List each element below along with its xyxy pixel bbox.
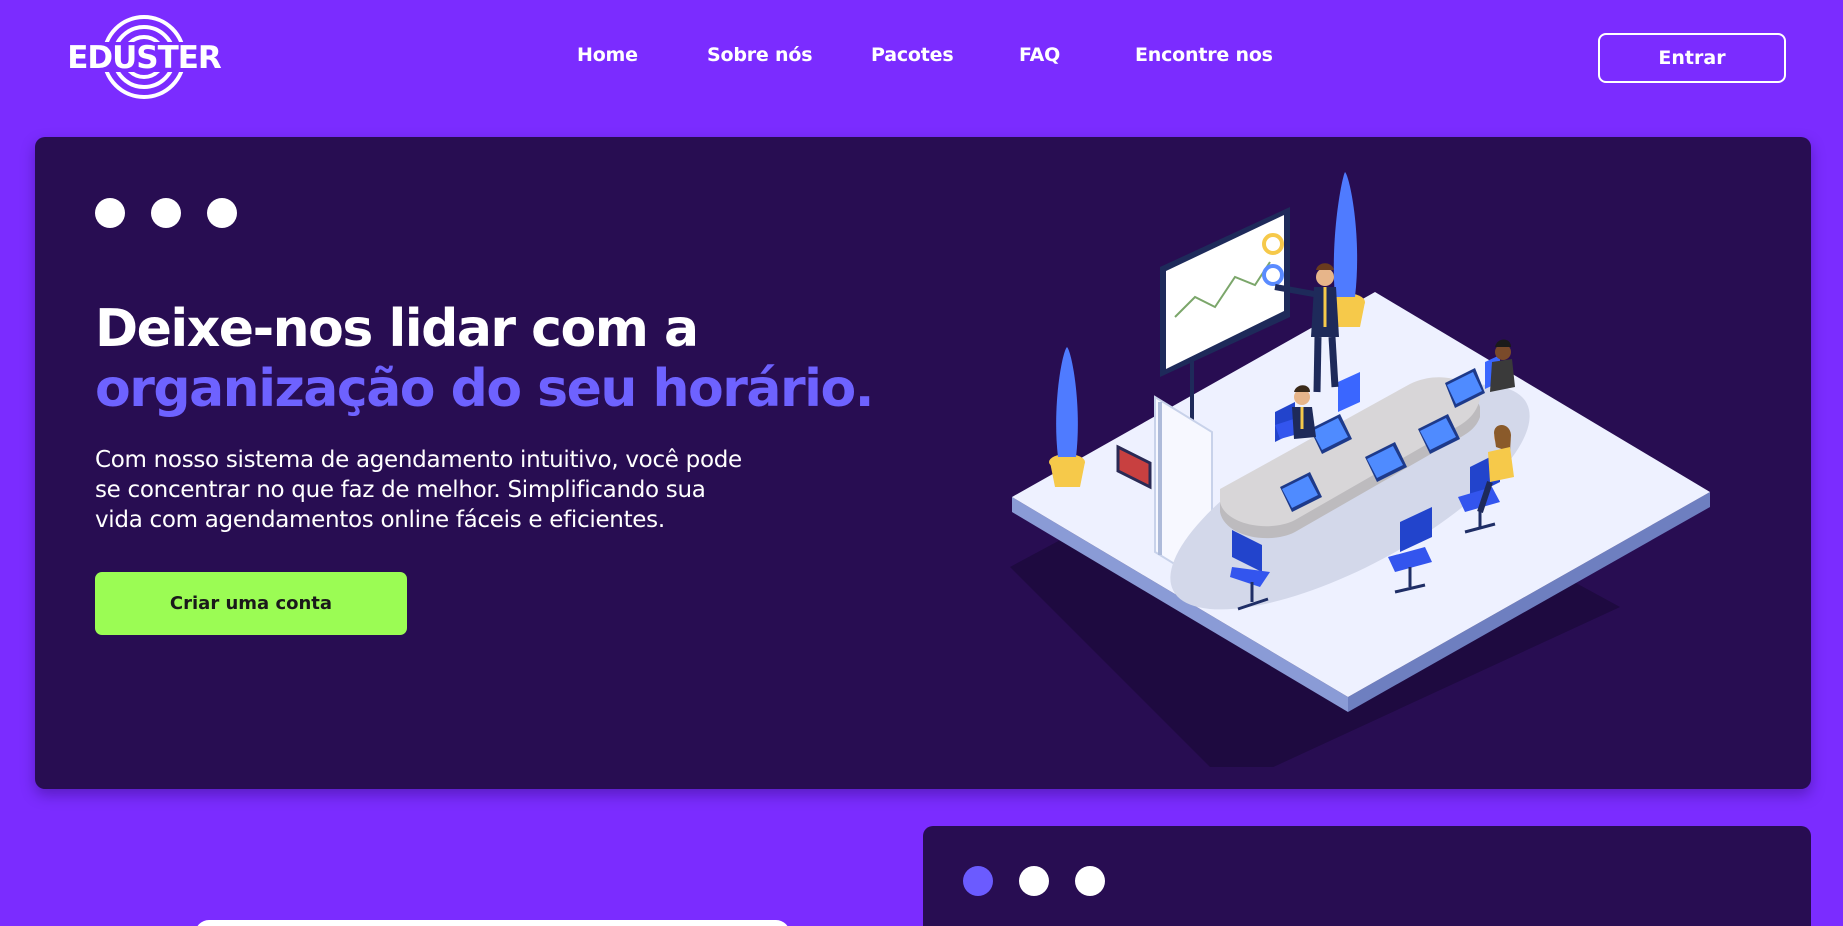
meeting-room-illustration: [1010, 172, 1710, 767]
eduster-logo-icon: EDUSTER: [64, 15, 224, 99]
window-dot-icon: [1019, 866, 1049, 896]
nav-home[interactable]: Home: [577, 44, 638, 66]
window-dot-icon: [1075, 866, 1105, 896]
create-account-button[interactable]: Criar uma conta: [95, 572, 407, 635]
window-dot-icon: [95, 198, 125, 228]
nav-faq[interactable]: FAQ: [1019, 44, 1060, 66]
site-header: EDUSTER Home Sobre nós Pacotes FAQ Encon…: [0, 0, 1843, 120]
seated-person-icon: [1490, 339, 1515, 392]
secondary-card: [923, 826, 1811, 926]
headline-line-2: organização do seu horário.: [95, 359, 874, 419]
hero-card: Deixe-nos lidar com a organização do seu…: [35, 137, 1811, 789]
content-card-edge: [195, 920, 790, 926]
logo-text: EDUSTER: [67, 40, 222, 76]
nav-sobre-nos[interactable]: Sobre nós: [707, 44, 813, 66]
login-button[interactable]: Entrar: [1598, 33, 1786, 83]
headline-line-1: Deixe-nos lidar com a: [95, 299, 699, 359]
plant-icon: [1049, 347, 1085, 487]
hero-description: Com nosso sistema de agendamento intuiti…: [95, 447, 742, 533]
window-dot-icon: [963, 866, 993, 896]
eduster-logo[interactable]: EDUSTER: [64, 12, 224, 102]
nav-pacotes[interactable]: Pacotes: [871, 44, 954, 66]
nav-encontre-nos[interactable]: Encontre nos: [1135, 44, 1273, 66]
window-dot-icon: [207, 198, 237, 228]
window-dot-icon: [151, 198, 181, 228]
window-dots: [963, 866, 1105, 896]
hero-headline: Deixe-nos lidar com a organização do seu…: [95, 299, 995, 419]
window-dots: [95, 198, 237, 228]
